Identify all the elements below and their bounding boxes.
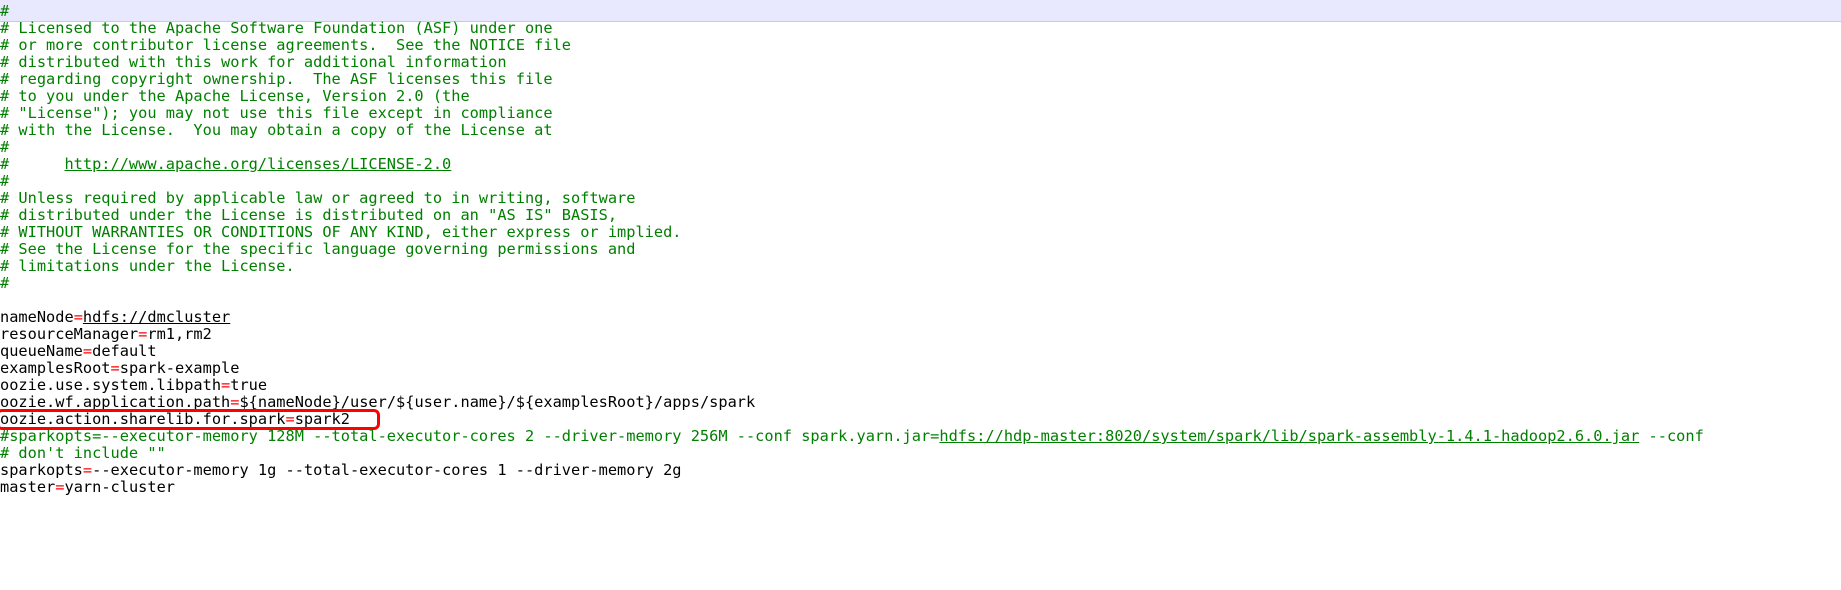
property-value: --executor-memory 1g --total-executor-co…: [92, 461, 682, 479]
text-editor[interactable]: # # Licensed to the Apache Software Foun…: [0, 0, 1841, 590]
license-url-prefix: #: [0, 155, 65, 173]
spark-assembly-jar-link[interactable]: hdfs://hdp-master:8020/system/spark/lib/…: [939, 427, 1639, 445]
property-line-master: master=yarn-cluster: [0, 477, 175, 497]
code-line-8: # with the License. You may obtain a cop…: [0, 121, 553, 139]
code-line-17: #: [0, 274, 10, 292]
license-url-link[interactable]: http://www.apache.org/licenses/LICENSE-2…: [64, 155, 451, 173]
code-line-16: # limitations under the License.: [0, 257, 295, 275]
property-key: master: [0, 478, 56, 496]
property-value: yarn-cluster: [64, 478, 175, 496]
property-value: rm1,rm2: [147, 325, 212, 343]
commented-sparkopts-suffix: --conf: [1639, 427, 1704, 445]
commented-sparkopts-line: #sparkopts=--executor-memory 128M --tota…: [0, 426, 1704, 446]
code-line-10: # http://www.apache.org/licenses/LICENSE…: [0, 154, 451, 174]
